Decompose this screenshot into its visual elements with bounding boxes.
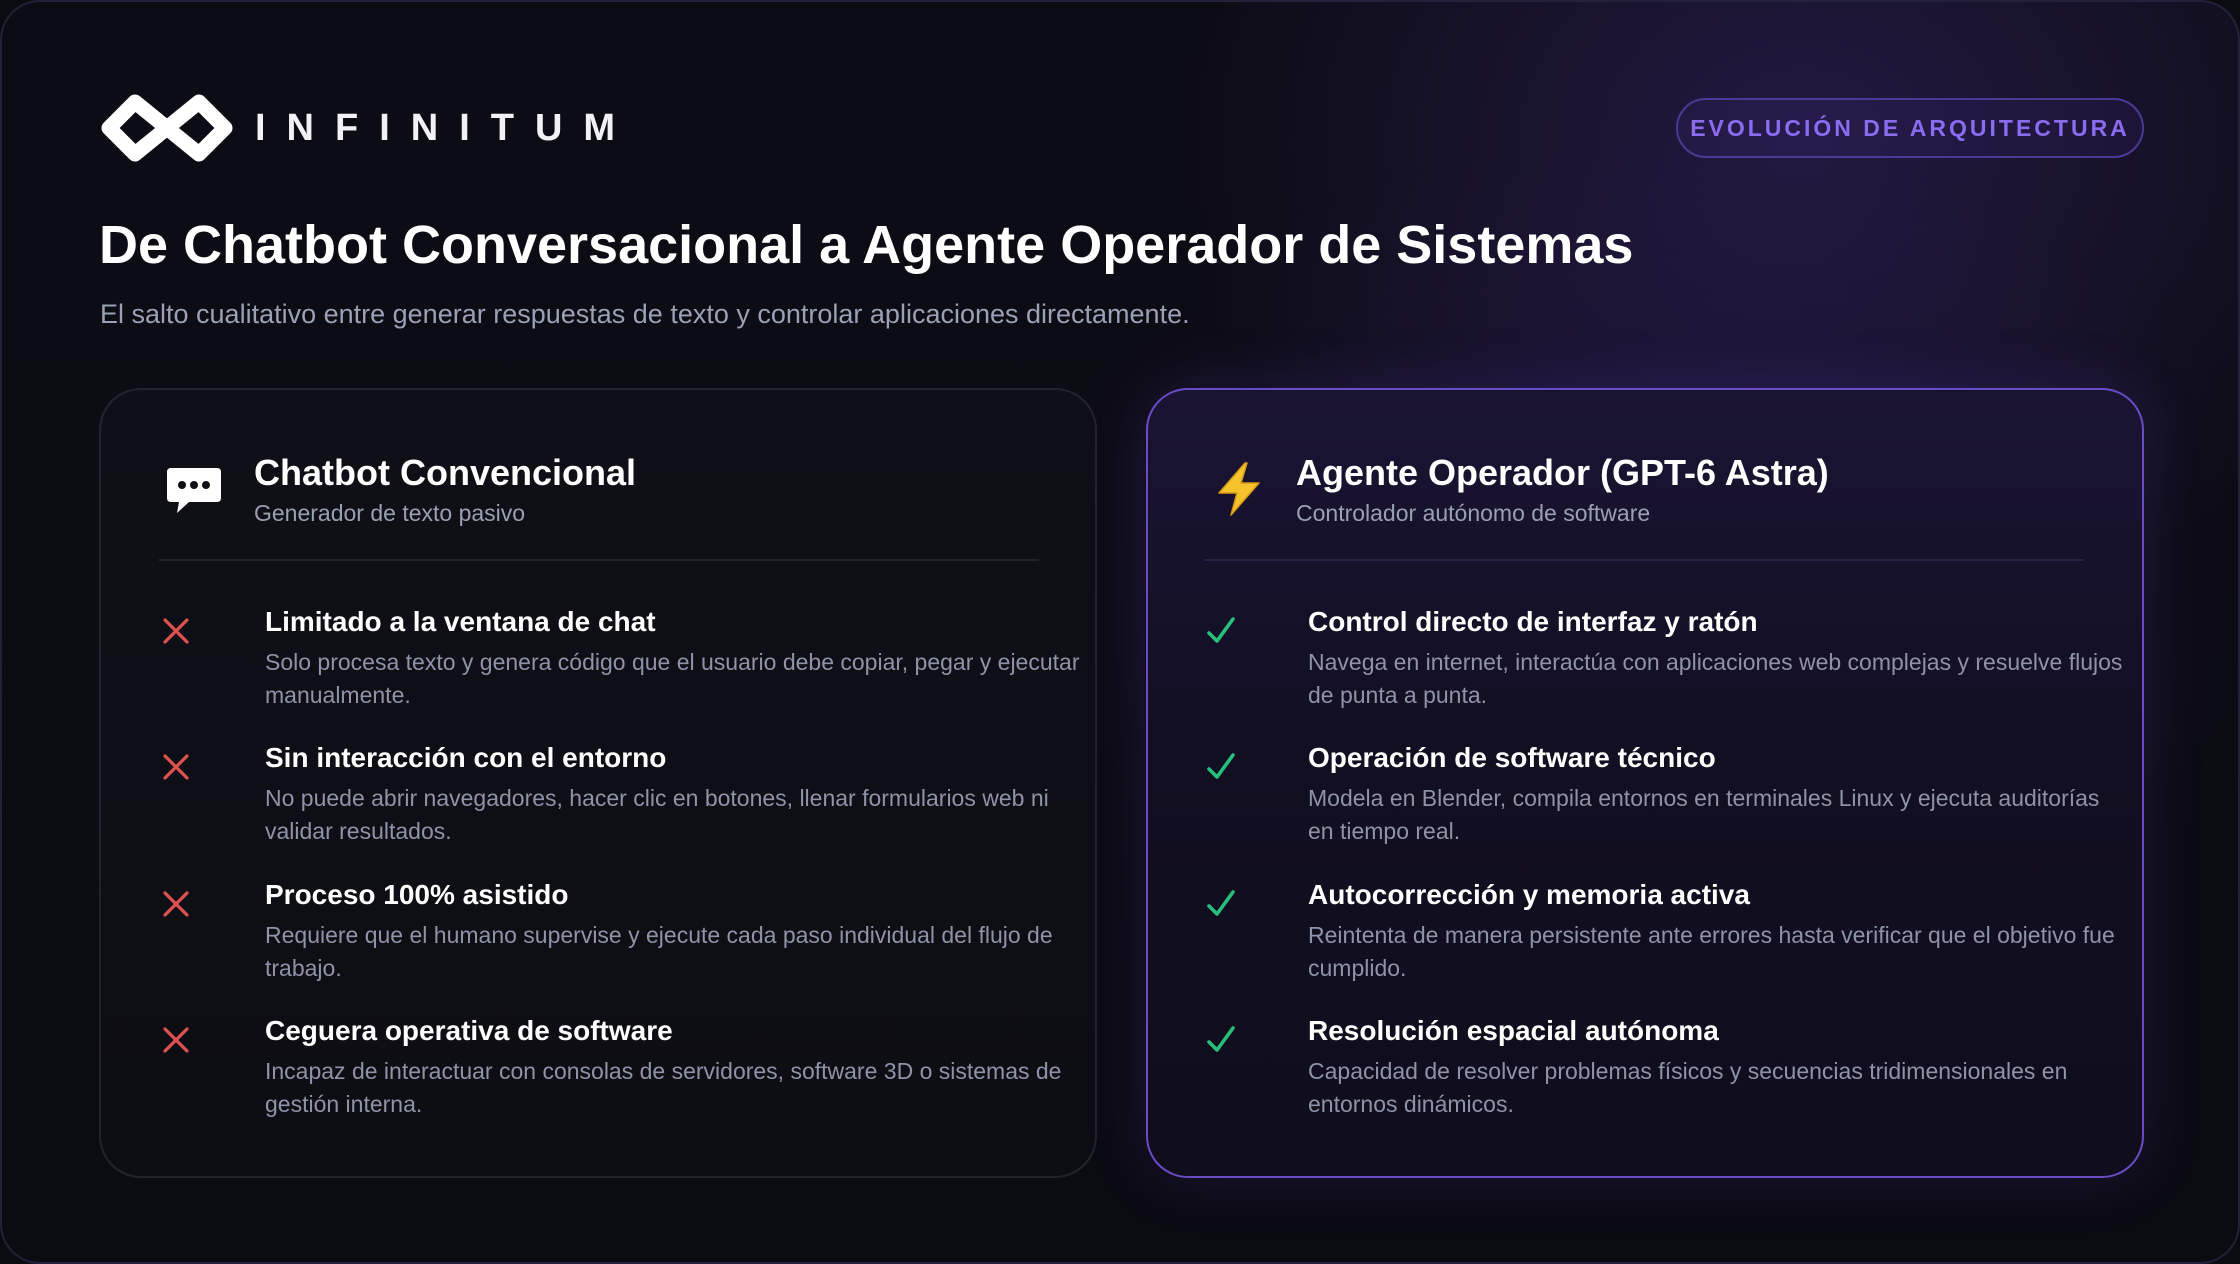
item-title: Control directo de interfaz y ratón: [1308, 606, 1758, 637]
cross-icon: [163, 891, 189, 917]
item-title: Ceguera operativa de software: [265, 1015, 673, 1046]
agent-card: Agente Operador (GPT-6 Astra) Controlado…: [1146, 388, 2144, 1178]
cross-icon: [163, 618, 189, 644]
brand-name: INFINITUM: [255, 106, 637, 149]
item-title: Resolución espacial autónoma: [1308, 1015, 1719, 1046]
card-divider: [1204, 559, 2084, 561]
speech-bubble-icon: [159, 456, 229, 526]
item-description: Incapaz de interactuar con consolas de s…: [265, 1058, 1062, 1117]
card-title: Chatbot Convencional: [254, 452, 637, 493]
item-description: Requiere que el humano supervise y ejecu…: [265, 922, 1053, 981]
chatbot-card: Chatbot Convencional Generador de texto …: [99, 388, 1097, 1178]
item-description: Reintenta de manera persistente ante err…: [1308, 922, 2115, 981]
page-subtitle: El salto cualitativo entre generar respu…: [100, 299, 1190, 329]
check-icon: [1207, 617, 1235, 643]
check-icon: [1207, 890, 1235, 916]
cross-icon: [163, 1027, 189, 1053]
item-description: No puede abrir navegadores, hacer clic e…: [265, 785, 1049, 844]
item-description: Capacidad de resolver problemas físicos …: [1308, 1058, 2068, 1117]
card-divider: [159, 559, 1039, 561]
card-subtitle: Controlador autónomo de software: [1296, 500, 1651, 526]
item-description: Modela en Blender, compila entornos en t…: [1308, 785, 2100, 844]
item-title: Proceso 100% asistido: [265, 879, 569, 910]
item-description: Navega en internet, interactúa con aplic…: [1308, 649, 2123, 708]
brand-logo: INFINITUM: [99, 90, 636, 166]
item-title: Limitado a la ventana de chat: [265, 606, 656, 637]
item-title: Operación de software técnico: [1308, 742, 1716, 773]
check-icon: [1207, 1026, 1235, 1052]
card-subtitle: Generador de texto pasivo: [254, 500, 526, 526]
card-title: Agente Operador (GPT-6 Astra): [1296, 452, 1829, 493]
check-icon: [1207, 753, 1235, 779]
slide: INFINITUM EVOLUCIÓN DE ARQUITECTURA De C…: [0, 0, 2240, 1264]
section-badge: EVOLUCIÓN DE ARQUITECTURA: [1676, 98, 2144, 158]
cross-icon: [163, 754, 189, 780]
item-title: Autocorrección y memoria activa: [1308, 879, 1750, 910]
item-description: Solo procesa texto y genera código que e…: [265, 649, 1080, 708]
infinity-logo-icon: [101, 94, 233, 162]
lightning-bolt-icon: [1204, 454, 1274, 524]
page-title: De Chatbot Conversacional a Agente Opera…: [99, 215, 1634, 275]
item-title: Sin interacción con el entorno: [265, 742, 667, 773]
